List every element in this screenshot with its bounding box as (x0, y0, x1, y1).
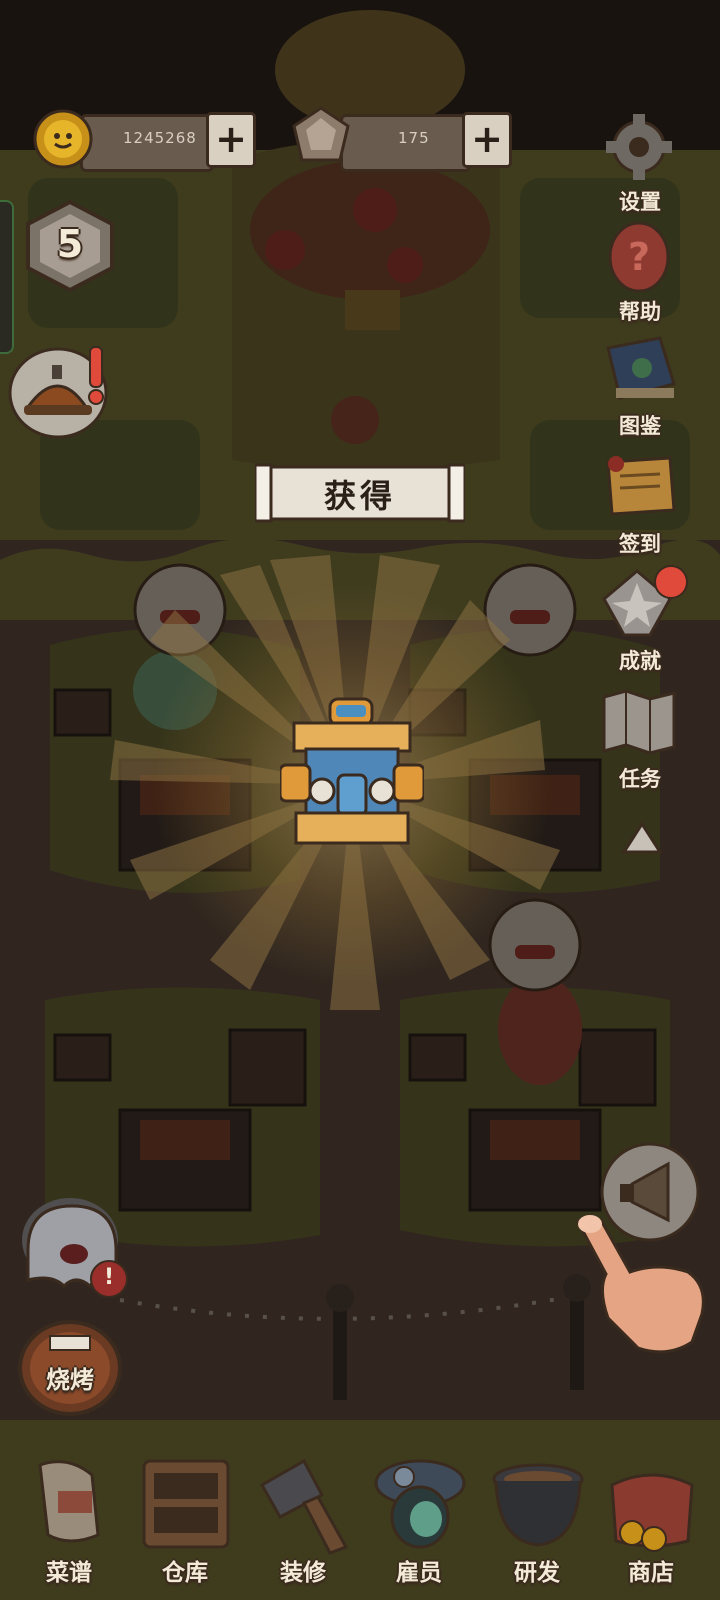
task-map-icon (602, 689, 676, 755)
obtained-title-banner: 获得 (255, 463, 465, 523)
service-bell-button[interactable] (6, 345, 112, 441)
gear-icon (606, 114, 672, 180)
nav-shop-button[interactable]: 商店 (596, 1455, 706, 1595)
help-label: 帮助 (619, 300, 661, 324)
book-icon (606, 336, 676, 400)
nav-employee-label: 雇员 (396, 1560, 442, 1586)
nav-research-label: 研发 (514, 1560, 560, 1586)
level-value: 5 (56, 222, 84, 266)
signin-paper-icon (606, 456, 676, 516)
tutorial-pointing-hand-icon (568, 1210, 720, 1360)
tasks-label: 任务 (619, 767, 661, 791)
gem-bar: 175 (340, 114, 471, 172)
nav-warehouse-button[interactable]: 仓库 (130, 1455, 240, 1595)
grill-mode-button[interactable]: 烧烤 (16, 1318, 124, 1418)
nav-recipe-label: 菜谱 (46, 1560, 92, 1586)
help-icon: ? (608, 221, 670, 293)
svg-text:?: ? (628, 235, 650, 279)
checkin-label: 签到 (619, 532, 661, 556)
collapse-arrow-icon[interactable] (621, 821, 663, 856)
nav-research-button[interactable]: 研发 (482, 1455, 592, 1595)
shop-bag-icon (610, 1473, 694, 1552)
checkin-button[interactable]: 签到 (590, 448, 690, 558)
gem-icon (288, 104, 354, 170)
nav-decorate-button[interactable]: 装修 (248, 1455, 358, 1595)
nav-recipe-button[interactable]: 菜谱 (14, 1455, 124, 1595)
employee-icon (374, 1459, 466, 1549)
recipe-scroll-icon (38, 1460, 100, 1543)
level-badge[interactable]: 5 (20, 198, 120, 294)
collection-button[interactable]: 图鉴 (590, 330, 690, 440)
nav-warehouse-label: 仓库 (162, 1560, 208, 1586)
nav-decorate-label: 装修 (280, 1560, 326, 1586)
achievement-label: 成就 (619, 649, 661, 673)
coin-value: 1245268 (123, 129, 197, 147)
add-coins-button[interactable]: + (206, 112, 256, 168)
settings-label: 设置 (619, 190, 661, 214)
ghost-helper-button[interactable]: ! (20, 1200, 130, 1300)
help-button[interactable]: ? 帮助 (590, 216, 690, 326)
grill-mode-label: 烧烤 (46, 1366, 94, 1394)
gem-value: 175 (398, 129, 430, 147)
coin-icon (32, 108, 94, 170)
nav-employee-button[interactable]: 雇员 (364, 1455, 474, 1595)
collection-label: 图鉴 (619, 414, 661, 438)
add-gems-button[interactable]: + (462, 112, 512, 168)
popup-title: 获得 (323, 477, 396, 515)
coin-bar: 1245268 (80, 114, 214, 172)
left-edge-tab[interactable] (0, 200, 14, 354)
hammer-icon (259, 1458, 349, 1555)
alert-badge-icon: ! (90, 1260, 128, 1298)
pot-icon (492, 1463, 584, 1547)
reward-grill-icon (278, 695, 426, 855)
nav-shop-label: 商店 (628, 1560, 674, 1586)
settings-button[interactable]: 设置 (590, 106, 690, 216)
tasks-button[interactable]: 任务 (590, 683, 690, 793)
red-notification-dot (654, 565, 688, 599)
alert-exclamation-icon (86, 345, 106, 407)
warehouse-cabinet-icon (142, 1459, 230, 1549)
achievement-button[interactable]: 成就 (590, 565, 690, 675)
